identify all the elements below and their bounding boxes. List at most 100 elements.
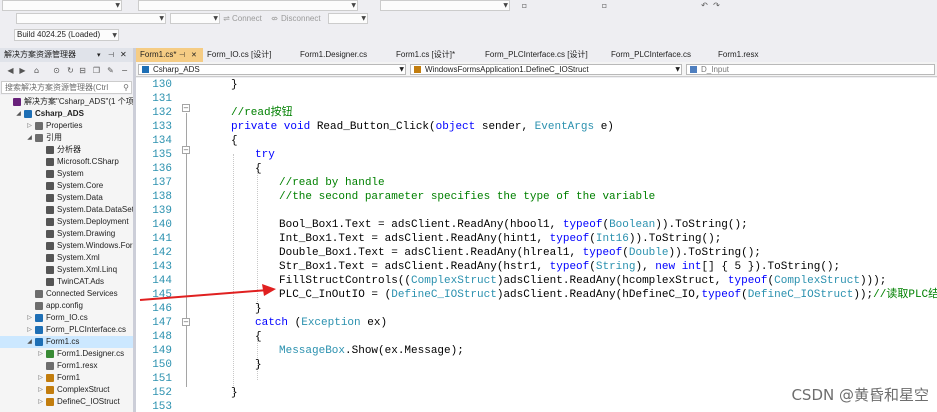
expanded-icon[interactable]: ◢ bbox=[15, 108, 22, 120]
tree-item[interactable]: Connected Services bbox=[0, 288, 133, 300]
pin-dropdown-icon[interactable]: ▾ bbox=[97, 48, 101, 62]
connect-button[interactable]: Connect bbox=[232, 13, 262, 25]
ads-target-combo[interactable]: ▼ bbox=[16, 13, 166, 24]
toolbar-combo-3[interactable]: ▼ bbox=[380, 0, 510, 11]
tree-item-label: System.Data bbox=[57, 193, 103, 202]
disconnect-button[interactable]: Disconnect bbox=[281, 13, 321, 25]
member-dropdown[interactable]: D_Input bbox=[686, 64, 935, 75]
document-tab[interactable]: Form1.cs* ⊣ ✕ bbox=[136, 48, 203, 62]
project-dropdown[interactable]: Csharp_ADS ▼ bbox=[138, 64, 406, 75]
document-tab[interactable]: Form1.cs [设计]* bbox=[392, 48, 481, 62]
collapse-icon[interactable]: ⊟ bbox=[78, 66, 87, 75]
tree-item-label: Form1.cs bbox=[46, 337, 80, 346]
tree-item-label: Properties bbox=[46, 121, 83, 130]
ads-extra-combo[interactable]: ▼ bbox=[328, 13, 368, 24]
tree-item-icon bbox=[46, 218, 54, 226]
tab-label: Form_PLCInterface.cs [设计] bbox=[485, 50, 588, 59]
tree-item[interactable]: System bbox=[0, 168, 133, 180]
toolbar-icon[interactable]: ▫ bbox=[520, 1, 529, 10]
collapsed-icon[interactable]: ▷ bbox=[37, 372, 44, 384]
expanded-icon[interactable]: ◢ bbox=[26, 132, 33, 144]
collapsed-icon[interactable]: ▷ bbox=[26, 312, 33, 324]
tab-label: Form1.Designer.cs bbox=[300, 50, 368, 59]
disconnect-icon: ⇎ bbox=[271, 14, 278, 23]
document-tab[interactable]: Form_IO.cs [设计] bbox=[203, 48, 296, 62]
tree-item[interactable]: System.Core bbox=[0, 180, 133, 192]
chevron-down-icon: ▼ bbox=[675, 66, 680, 73]
document-tab[interactable]: Form_PLCInterface.cs bbox=[607, 48, 714, 62]
collapsed-icon[interactable]: ▷ bbox=[37, 396, 44, 408]
toolbar-combo-2[interactable]: ▼ bbox=[138, 0, 358, 11]
chevron-down-icon: ▼ bbox=[213, 15, 218, 22]
document-tab[interactable]: Form_PLCInterface.cs [设计] bbox=[481, 48, 607, 62]
close-icon[interactable]: ✕ bbox=[120, 48, 127, 62]
document-tab[interactable]: Form1.Designer.cs bbox=[296, 48, 392, 62]
tree-item[interactable]: ▷ Form1.Designer.cs bbox=[0, 348, 133, 360]
show-files-icon[interactable]: ❐ bbox=[92, 66, 101, 75]
tree-item[interactable]: System.Xml bbox=[0, 252, 133, 264]
tree-item[interactable]: ▷ Form_PLCInterface.cs bbox=[0, 324, 133, 336]
tree-item[interactable]: ◢ Csharp_ADS bbox=[0, 108, 133, 120]
tree-item[interactable]: 解决方案"Csharp_ADS"(1 个项目 bbox=[0, 96, 133, 108]
properties-icon[interactable]: ✎ bbox=[106, 66, 115, 75]
tree-item-icon bbox=[46, 266, 54, 274]
collapsed-icon[interactable]: ▷ bbox=[37, 348, 44, 360]
build-version-combo[interactable]: Build 4024.25 (Loaded) ▼ bbox=[14, 29, 119, 41]
pin-icon[interactable]: ⊣ bbox=[108, 48, 114, 62]
document-tab[interactable]: Form1.resx bbox=[714, 48, 774, 62]
tree-item-icon bbox=[46, 242, 54, 250]
tab-label: Form1.cs* bbox=[140, 50, 177, 59]
tree-item[interactable]: ▷ Form_IO.cs bbox=[0, 312, 133, 324]
ads-port-combo[interactable]: ▼ bbox=[170, 13, 220, 24]
document-tabs: Form1.cs* ⊣ ✕ Form_IO.cs [设计] Form1.Designer… bbox=[136, 48, 937, 62]
collapsed-icon[interactable]: ▷ bbox=[26, 324, 33, 336]
tree-item[interactable]: System.Data bbox=[0, 192, 133, 204]
tree-item[interactable]: ▷ Properties bbox=[0, 120, 133, 132]
tree-item[interactable]: ◢ 引用 bbox=[0, 132, 133, 144]
solution-search-input[interactable]: 搜索解决方案资源管理器(Ctrl ⚲ bbox=[1, 81, 132, 94]
tree-item[interactable]: System.Windows.For bbox=[0, 240, 133, 252]
ads-toolbar: ▼ ▼ ⇌ Connect ⇎ Disconnect ▼ bbox=[0, 12, 937, 26]
tree-item[interactable]: Microsoft.CSharp bbox=[0, 156, 133, 168]
tree-item[interactable]: 分析器 bbox=[0, 144, 133, 156]
tree-item[interactable]: ▷ Form1 bbox=[0, 372, 133, 384]
forward-icon[interactable]: ▶ bbox=[18, 66, 27, 75]
expanded-icon[interactable]: ◢ bbox=[26, 336, 33, 348]
home-icon[interactable]: ⌂ bbox=[32, 66, 41, 75]
tree-item[interactable]: Form1.resx bbox=[0, 360, 133, 372]
tree-item[interactable]: ◢ Form1.cs bbox=[0, 336, 133, 348]
chevron-down-icon: ▼ bbox=[159, 15, 164, 22]
solution-explorer-toolbar: ◀ ▶ ⌂ ⊙ ↻ ⊟ ❐ ✎ − bbox=[0, 63, 133, 79]
redo-icon[interactable]: ↷ bbox=[712, 1, 721, 10]
tree-item-label: 引用 bbox=[46, 133, 62, 142]
refresh-icon[interactable]: ↻ bbox=[66, 66, 75, 75]
tree-item[interactable]: ▷ ComplexStruct bbox=[0, 384, 133, 396]
collapsed-icon[interactable]: ▷ bbox=[26, 120, 33, 132]
tree-item[interactable]: System.Xml.Linq bbox=[0, 264, 133, 276]
collapsed-icon[interactable]: ▷ bbox=[37, 384, 44, 396]
tree-item[interactable]: app.config bbox=[0, 300, 133, 312]
tree-item[interactable]: TwinCAT.Ads bbox=[0, 276, 133, 288]
toolbar-combo-1[interactable]: ▼ bbox=[2, 0, 122, 11]
chevron-down-icon: ▼ bbox=[351, 2, 356, 9]
navigation-bar: Csharp_ADS ▼ WindowsFormsApplication1.De… bbox=[136, 62, 937, 77]
back-icon[interactable]: ◀ bbox=[6, 66, 15, 75]
tree-item-icon bbox=[35, 122, 43, 130]
tree-item[interactable]: System.Drawing bbox=[0, 228, 133, 240]
search-icon[interactable]: ⚲ bbox=[123, 82, 129, 93]
project-dropdown-label: Csharp_ADS bbox=[153, 65, 200, 74]
tree-item-icon bbox=[24, 110, 32, 118]
undo-icon[interactable]: ↶ bbox=[700, 1, 709, 10]
minus-icon[interactable]: − bbox=[120, 66, 129, 75]
close-icon[interactable]: ✕ bbox=[191, 48, 197, 62]
toolbar-icon[interactable]: ▫ bbox=[600, 1, 609, 10]
code-editor[interactable]: 130 131 132 133 134 135 136 137 138 139 140 141 142 1… bbox=[136, 78, 937, 412]
sync-icon[interactable]: ⊙ bbox=[52, 66, 61, 75]
tree-item-icon bbox=[35, 302, 43, 310]
pin-icon[interactable]: ⊣ bbox=[179, 48, 185, 62]
tree-item[interactable]: System.Data.DataSet bbox=[0, 204, 133, 216]
type-dropdown[interactable]: WindowsFormsApplication1.DefineC_IOStruc… bbox=[410, 64, 682, 75]
tree-item[interactable]: System.Deployment bbox=[0, 216, 133, 228]
tree-item[interactable]: ▷ DefineC_IOStruct bbox=[0, 396, 133, 408]
tab-label: Form1.cs [设计]* bbox=[396, 50, 456, 59]
